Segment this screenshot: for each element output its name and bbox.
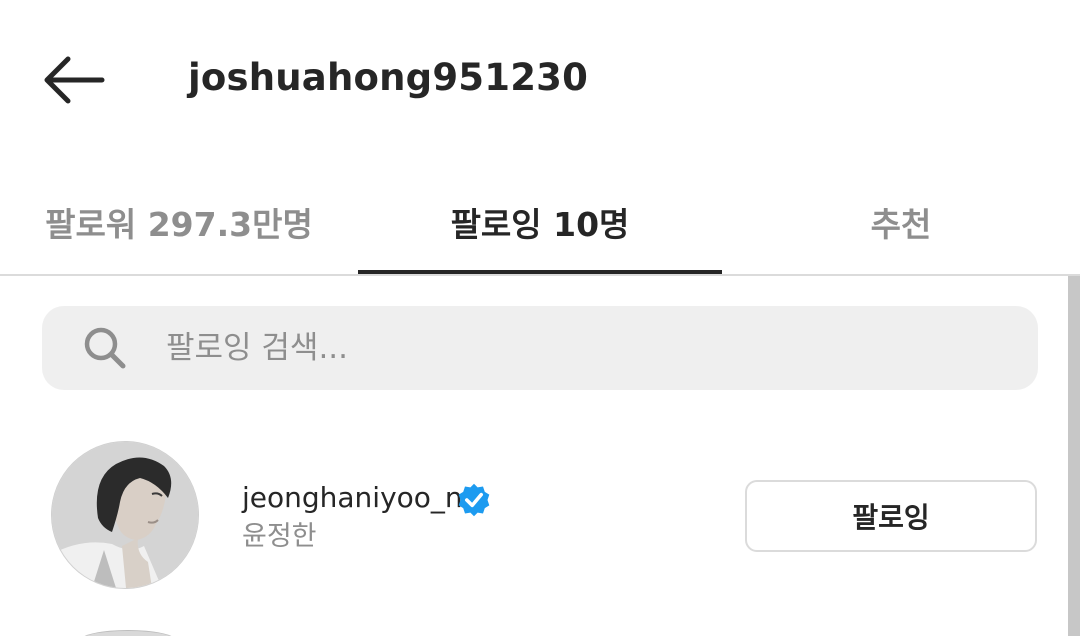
avatar-image [52, 442, 198, 588]
account-username[interactable]: jeonghaniyoo_n [242, 478, 463, 518]
tab-followers[interactable]: 팔로워 297.3만명 [0, 170, 358, 274]
next-avatar-partial[interactable] [80, 630, 176, 636]
following-button[interactable]: 팔로잉 [745, 480, 1037, 552]
search-icon [84, 327, 126, 369]
arrow-left-icon [44, 56, 105, 104]
account-full-name: 윤정한 [242, 521, 317, 552]
header: joshuahong951230 [0, 0, 1080, 160]
tab-bar: 팔로워 297.3만명 팔로잉 10명 추천 [0, 170, 1080, 276]
following-page: joshuahong951230 팔로워 297.3만명 팔로잉 10명 추천 [0, 0, 1080, 636]
list-item: jeonghaniyoo_n 윤정한 팔로잉 [0, 430, 1064, 600]
back-button[interactable] [38, 50, 108, 110]
avatar[interactable] [52, 442, 198, 588]
active-tab-indicator [358, 270, 722, 274]
page-title: joshuahong951230 [188, 56, 589, 99]
scrollbar[interactable] [1068, 276, 1080, 636]
verified-badge-icon [458, 483, 490, 517]
tab-suggested[interactable]: 추천 [722, 170, 1080, 274]
search-input[interactable] [166, 320, 986, 376]
tab-following[interactable]: 팔로잉 10명 [358, 170, 722, 274]
